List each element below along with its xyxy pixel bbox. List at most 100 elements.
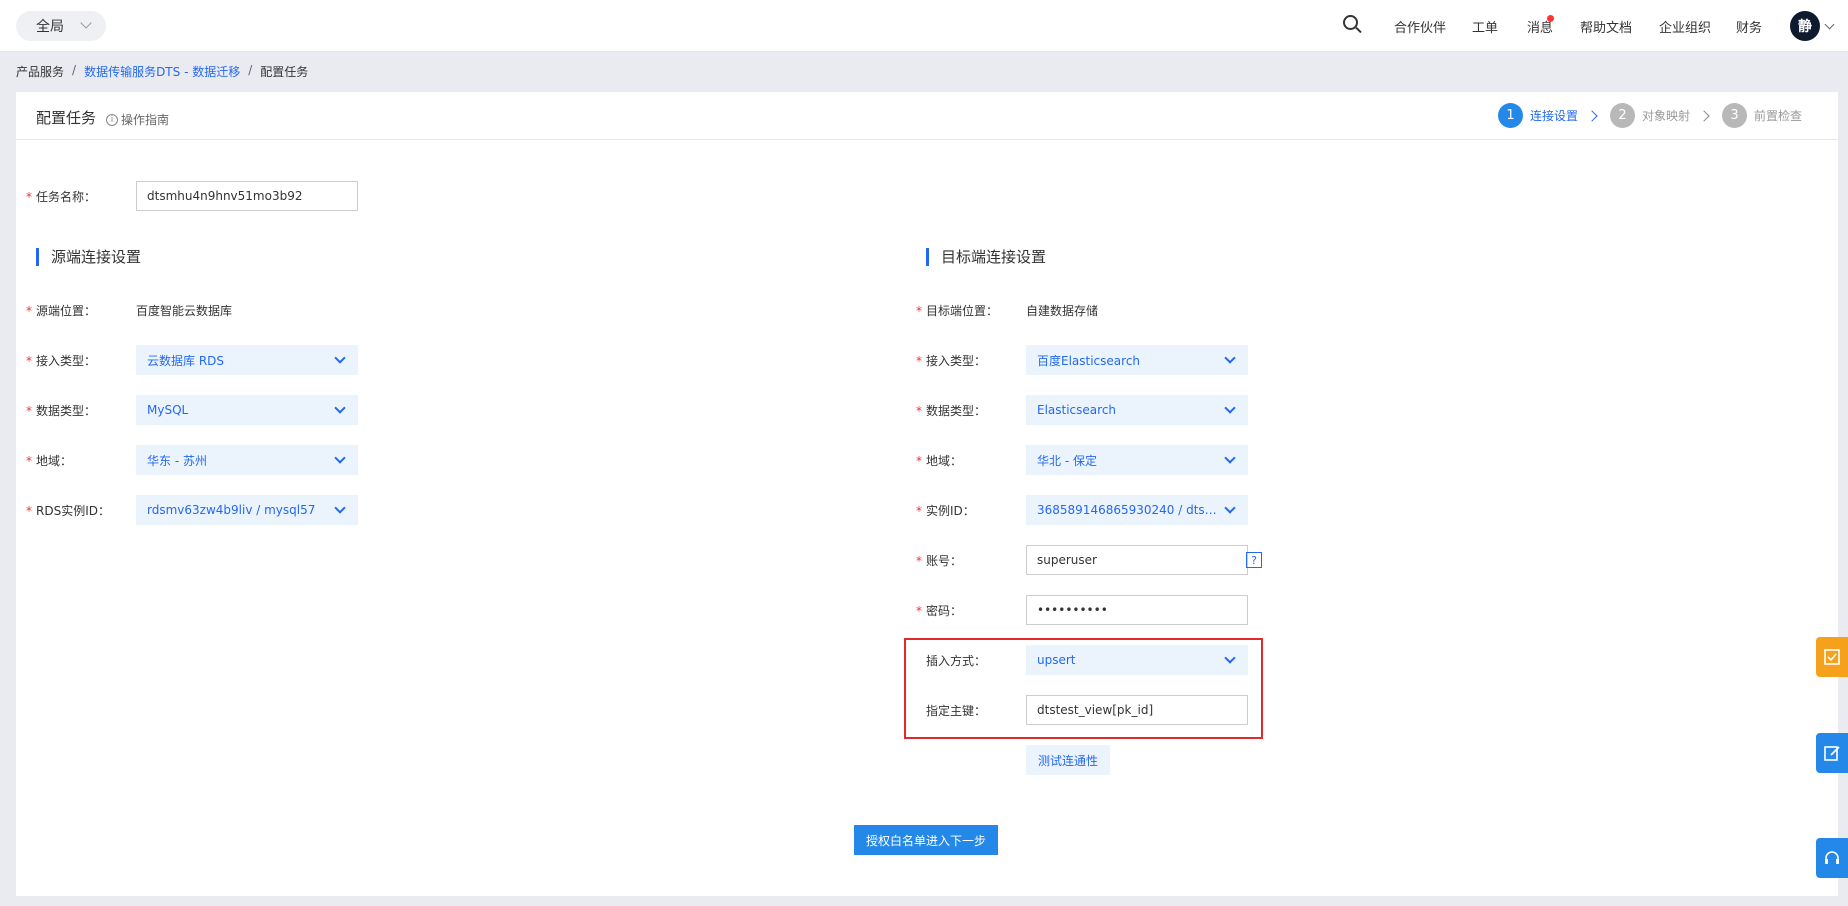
chevron-down-icon[interactable] (1824, 19, 1835, 30)
task-name-field: * 任务名称： dtsmhu4n9hnv51mo3b92 (26, 181, 358, 211)
target-data-type-select[interactable]: Elasticsearch (1026, 395, 1248, 425)
insert-mode-field: 插入方式： upsert (926, 645, 1248, 675)
test-connection-button[interactable]: 测试连通性 (1026, 745, 1110, 775)
step-number: 2 (1609, 103, 1635, 128)
source-data-type-field: * 数据类型： MySQL (26, 395, 358, 425)
nav-partners[interactable]: 合作伙伴 (1394, 0, 1446, 52)
avatar[interactable]: 静 (1790, 11, 1820, 41)
nav-tickets[interactable]: 工单 (1472, 0, 1498, 52)
target-region-field: * 地域： 华北 - 保定 (916, 445, 1248, 475)
chevron-down-icon (334, 402, 346, 414)
info-icon: i (106, 113, 118, 126)
field-label: * 接入类型： (26, 353, 97, 368)
field-label: * RDS实例ID： (26, 503, 110, 518)
field-label: * 源端位置： (26, 303, 97, 318)
chevron-down-icon (80, 17, 92, 29)
chevron-down-icon (334, 352, 346, 364)
source-location-value: 百度智能云数据库 (136, 303, 233, 318)
feedback-button[interactable] (1816, 637, 1848, 677)
nav-messages[interactable]: 消息 (1527, 0, 1553, 52)
target-data-type-field: * 数据类型： Elasticsearch (916, 395, 1248, 425)
breadcrumb-products[interactable]: 产品服务 (16, 63, 64, 80)
account-input[interactable]: superuser (1026, 545, 1248, 575)
panel-header: 配置任务 i 操作指南 1 连接设置 2 对象映射 3 前置检查 (16, 92, 1838, 140)
source-instance-field: * RDS实例ID： rdsmv63zw4b9liv / mysql57 (26, 495, 358, 525)
scope-label: 全局 (36, 19, 64, 35)
target-account-field: * 账号： superuser (916, 545, 1248, 575)
feedback-icon (1824, 649, 1840, 665)
next-step-button[interactable]: 授权白名单进入下一步 (854, 825, 998, 855)
scope-selector[interactable]: 全局 (16, 11, 106, 41)
task-name-input[interactable]: dtsmhu4n9hnv51mo3b92 (136, 181, 358, 211)
nav-help-docs[interactable]: 帮助文档 (1580, 0, 1632, 52)
target-location-value: 自建数据存储 (1026, 303, 1099, 318)
config-panel: 配置任务 i 操作指南 1 连接设置 2 对象映射 3 前置检查 (16, 92, 1838, 896)
step-precheck: 3 前置检查 (1721, 103, 1802, 128)
step-label: 对象映射 (1641, 109, 1690, 123)
breadcrumb-dts[interactable]: 数据传输服务DTS - 数据迁移 (84, 63, 240, 80)
insert-mode-select[interactable]: upsert (1026, 645, 1248, 675)
step-connection: 1 连接设置 (1497, 103, 1578, 128)
chevron-down-icon (334, 452, 346, 464)
target-access-type-select[interactable]: 百度Elasticsearch (1026, 345, 1248, 375)
nav-finance[interactable]: 财务 (1736, 0, 1762, 52)
breadcrumb-current: 配置任务 (260, 65, 309, 79)
field-label: 插入方式： (926, 653, 987, 668)
support-button[interactable] (1816, 838, 1848, 878)
primary-key-field: 指定主键： dtstest_view[pk_id] (926, 695, 1248, 725)
target-section-title: 目标端连接设置 (926, 248, 1046, 266)
chevron-down-icon (1224, 502, 1236, 514)
primary-key-input[interactable]: dtstest_view[pk_id] (1026, 695, 1248, 725)
source-instance-select[interactable]: rdsmv63zw4b9liv / mysql57 (136, 495, 358, 525)
chevron-down-icon (1224, 452, 1236, 464)
password-input[interactable]: •••••••••• (1026, 595, 1248, 625)
field-label: * 任务名称： (26, 189, 97, 204)
guide-link[interactable]: i 操作指南 (106, 111, 169, 128)
target-region-select[interactable]: 华北 - 保定 (1026, 445, 1248, 475)
source-region-field: * 地域： 华东 - 苏州 (26, 445, 358, 475)
nav-enterprise[interactable]: 企业组织 (1659, 0, 1711, 52)
field-label: * 数据类型： (916, 403, 987, 418)
help-icon[interactable]: ? (1246, 552, 1262, 568)
step-number: 1 (1497, 103, 1523, 128)
chevron-right-icon (1698, 109, 1710, 122)
target-instance-select[interactable]: 368589146865930240 / dtstest... (1026, 495, 1248, 525)
step-label: 前置检查 (1753, 109, 1802, 123)
edit-icon (1824, 746, 1840, 761)
page-title: 配置任务 (36, 109, 97, 127)
field-label: * 目标端位置： (916, 303, 999, 318)
step-mapping: 2 对象映射 (1609, 103, 1690, 128)
chevron-down-icon (1224, 402, 1236, 414)
step-indicator: 1 连接设置 2 对象映射 3 前置检查 (1497, 103, 1802, 128)
field-label: * 数据类型： (26, 403, 97, 418)
breadcrumb-separator: / (248, 63, 253, 77)
source-access-type-select[interactable]: 云数据库 RDS (136, 345, 358, 375)
field-label: * 地域： (916, 453, 963, 468)
headset-icon (1825, 851, 1839, 864)
chevron-down-icon (1224, 652, 1236, 664)
breadcrumb: 产品服务 / 数据传输服务DTS - 数据迁移 / 配置任务 (16, 63, 308, 80)
guide-label: 操作指南 (121, 113, 170, 127)
field-label: * 地域： (26, 453, 73, 468)
field-label: * 密码： (916, 603, 963, 618)
search-icon[interactable] (1343, 15, 1363, 35)
source-data-type-select[interactable]: MySQL (136, 395, 358, 425)
target-instance-field: *实例ID： 368589146865930240 / dtstest... (916, 495, 1248, 525)
top-navbar: 全局 合作伙伴 工单 消息 帮助文档 企业组织 财务 静 (0, 0, 1848, 52)
field-label: * 实例ID： (916, 503, 975, 518)
field-label: * 接入类型： (916, 353, 987, 368)
field-label: * 账号： (916, 553, 963, 568)
edit-button[interactable] (1816, 733, 1848, 773)
chevron-down-icon (334, 502, 346, 514)
target-location-field: * 目标端位置： 自建数据存储 (916, 295, 1098, 325)
step-number: 3 (1721, 103, 1747, 128)
target-access-type-field: * 接入类型： 百度Elasticsearch (916, 345, 1248, 375)
source-section-title: 源端连接设置 (36, 248, 141, 266)
breadcrumb-separator: / (72, 63, 77, 77)
chevron-right-icon (1586, 109, 1598, 122)
field-label: 指定主键： (926, 703, 987, 718)
source-location-field: * 源端位置： 百度智能云数据库 (26, 295, 232, 325)
step-label: 连接设置 (1529, 109, 1578, 123)
source-region-select[interactable]: 华东 - 苏州 (136, 445, 358, 475)
target-password-field: * 密码： •••••••••• (916, 595, 1248, 625)
